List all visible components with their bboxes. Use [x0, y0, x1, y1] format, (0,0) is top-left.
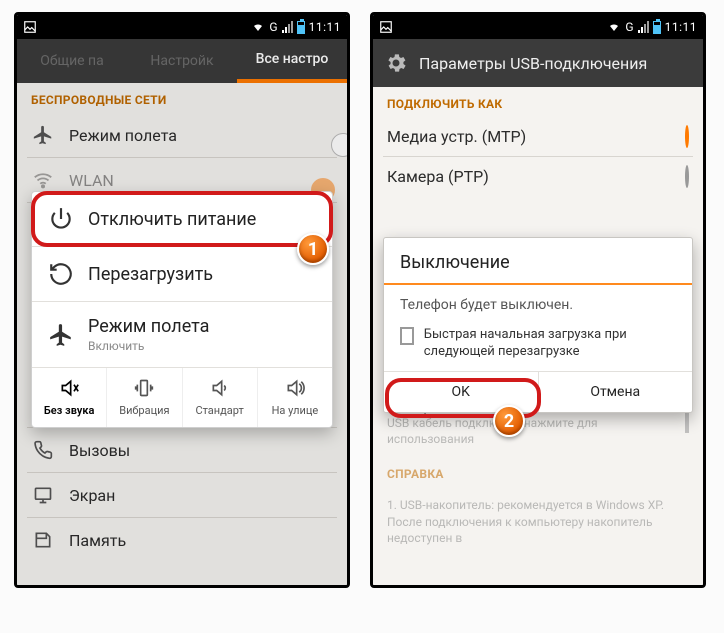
row-mtp[interactable]: Медиа устр. (MTP)	[373, 117, 703, 156]
power-off-button[interactable]: Отключить питание	[32, 192, 332, 246]
sound-mode-row: Без звука Вибрация Стандарт На улице	[32, 368, 332, 427]
mtp-label: Медиа устр. (MTP)	[387, 127, 526, 146]
vibrate-icon	[133, 378, 155, 398]
wifi-icon	[251, 21, 265, 33]
row-ptp[interactable]: Камера (PTP)	[373, 157, 703, 196]
network-label: G	[625, 20, 633, 34]
page-header: Параметры USB-подключения	[373, 39, 703, 87]
sound-vibrate[interactable]: Вибрация	[106, 368, 181, 427]
statusbar: G 11:11	[373, 15, 703, 39]
battery-icon	[297, 21, 305, 34]
shutdown-dialog: Выключение Телефон будет выключен. Быстр…	[383, 237, 693, 413]
power-off-label: Отключить питание	[88, 209, 256, 230]
signal-icon	[282, 21, 293, 33]
standard-icon	[209, 378, 231, 398]
silent-icon	[58, 378, 80, 398]
airplane-icon	[48, 322, 74, 348]
airplane-mode-label: Режим полета	[88, 316, 209, 337]
mtp-radio[interactable]	[685, 125, 689, 148]
dialog-message: Телефон будет выключен.	[384, 285, 692, 321]
ptp-label: Камера (PTP)	[387, 167, 489, 186]
dialog-buttons: OK Отмена	[384, 371, 692, 412]
outdoor-icon	[284, 378, 306, 398]
sound-standard[interactable]: Стандарт	[182, 368, 257, 427]
phone-left: G 11:11 Общие па Настройк Все настро БЕС…	[14, 12, 350, 588]
picture-icon	[379, 20, 393, 34]
statusbar: G 11:11	[17, 15, 347, 39]
phone-right: G 11:11 Параметры USB-подключения ПОДКЛЮ…	[370, 12, 706, 588]
fastboot-label: Быстрая начальная загрузка при следующей…	[424, 327, 676, 361]
picture-icon	[23, 20, 37, 34]
dialog-title: Выключение	[384, 238, 692, 285]
airplane-mode-sublabel: Включить	[88, 339, 209, 353]
sound-silent[interactable]: Без звука	[32, 368, 106, 427]
help-text: 1. USB-накопитель: рекомендуется в Windo…	[387, 497, 689, 546]
sound-outdoor[interactable]: На улице	[257, 368, 332, 427]
battery-icon	[653, 21, 661, 34]
airplane-mode-button[interactable]: Режим полета Включить	[32, 302, 332, 367]
clock: 11:11	[309, 20, 341, 34]
marker-2: 2	[493, 405, 525, 437]
cancel-button[interactable]: Отмена	[538, 372, 693, 412]
gear-icon	[383, 50, 409, 76]
marker-1: 1	[297, 233, 329, 265]
usb-internet-checkbox[interactable]	[685, 410, 689, 433]
reboot-icon	[48, 261, 74, 287]
signal-icon	[638, 21, 649, 33]
reboot-button[interactable]: Перезагрузить	[32, 247, 332, 301]
fastboot-checkbox[interactable]	[400, 327, 414, 345]
clock: 11:11	[665, 20, 697, 34]
section-connect-as: ПОДКЛЮЧИТЬ КАК	[373, 87, 703, 117]
power-icon	[48, 206, 74, 232]
wifi-icon	[607, 21, 621, 33]
ptp-radio[interactable]	[685, 165, 689, 188]
reboot-label: Перезагрузить	[88, 264, 213, 285]
power-menu: Отключить питание Перезагрузить Режим по…	[31, 191, 333, 428]
page-title: Параметры USB-подключения	[419, 54, 647, 73]
dialog-fastboot-row[interactable]: Быстрая начальная загрузка при следующей…	[384, 321, 692, 371]
usb-internet-sublabel: USB кабель подключен, нажмите для исполь…	[387, 415, 671, 447]
network-label: G	[269, 20, 277, 34]
section-help: СПРАВКА	[373, 457, 703, 487]
